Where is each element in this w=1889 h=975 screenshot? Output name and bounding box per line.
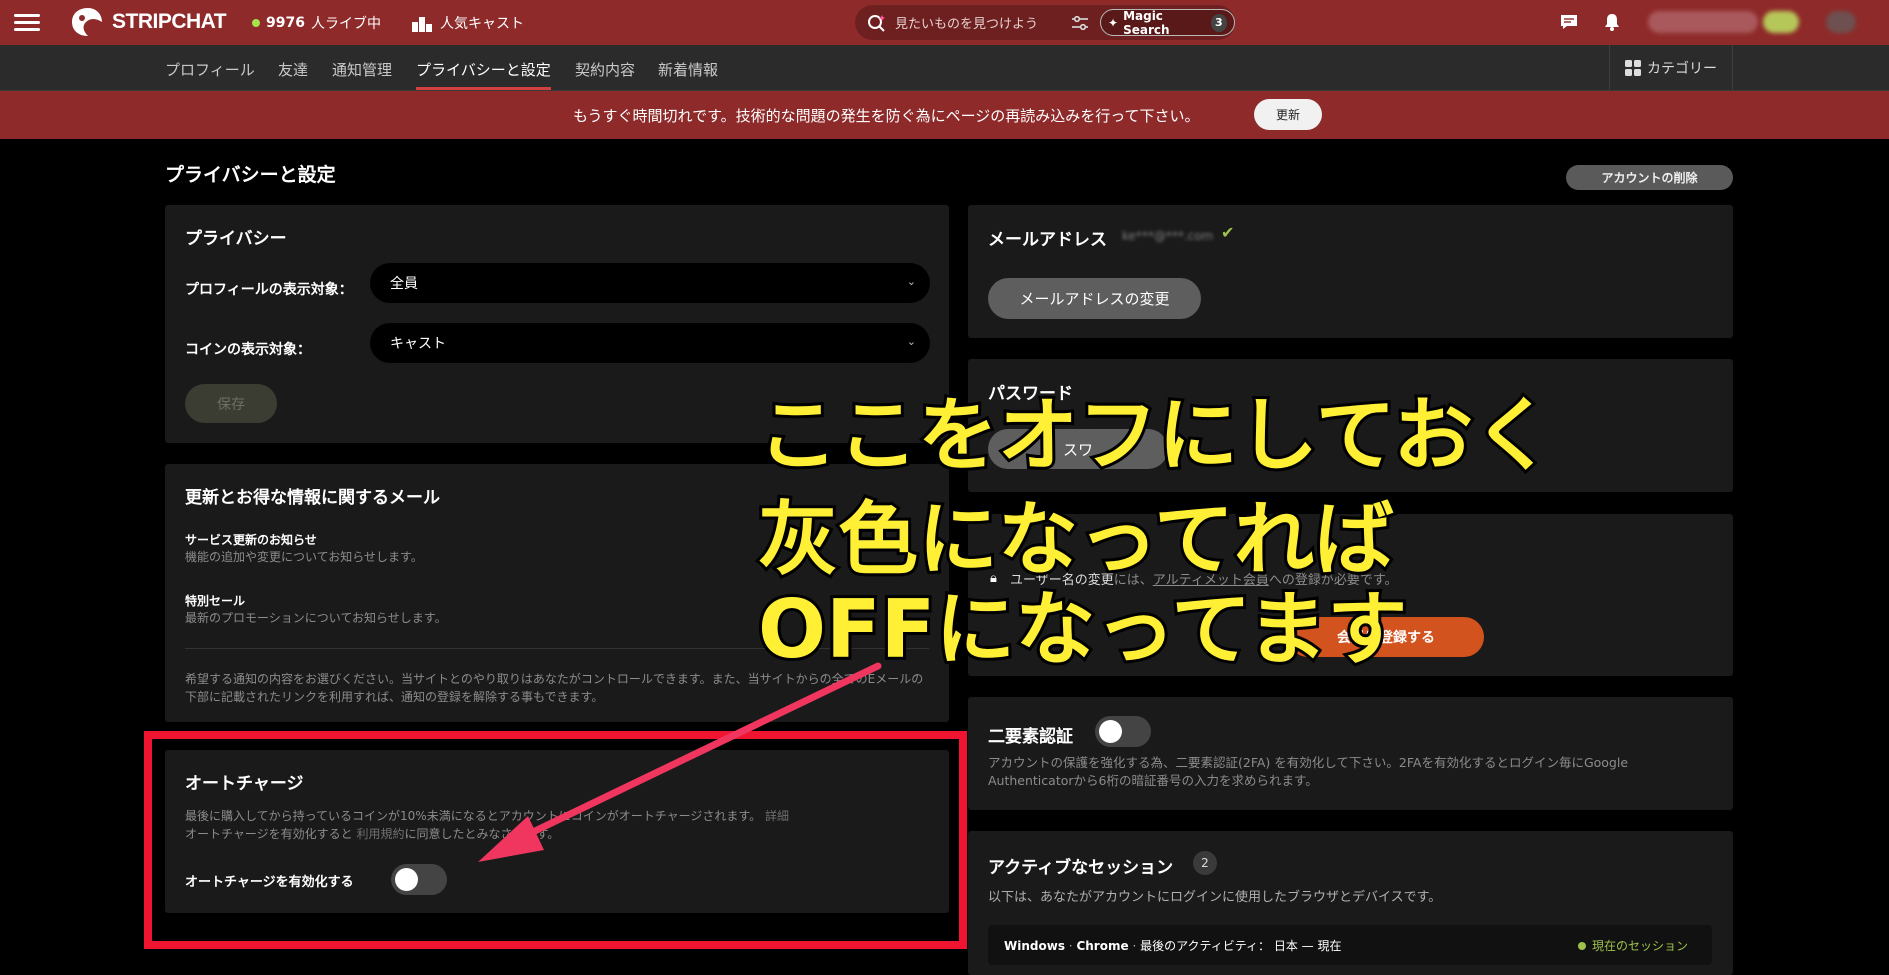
coin-visibility-select[interactable]: キャスト ⌄ <box>370 323 930 363</box>
active-tab-indicator <box>416 87 551 90</box>
balance-blurred[interactable] <box>1648 11 1758 33</box>
tab-notifications[interactable]: 通知管理 <box>332 59 392 80</box>
tab-friends[interactable]: 友達 <box>278 59 308 80</box>
reload-button[interactable]: 更新 <box>1254 99 1322 130</box>
coin-visibility-value: キャスト <box>390 336 446 352</box>
profile-visibility-select[interactable]: 全員 ⌄ <box>370 263 930 303</box>
email-title: メールアドレス <box>988 230 1107 250</box>
two-factor-desc-line1: アカウントの保護を強化する為、二要素認証(2FA) を有効化して下さい。2FAを… <box>988 755 1629 770</box>
popular-casts-link[interactable]: 人気キャスト <box>412 13 524 33</box>
current-session-status: 現在のセッション <box>1577 937 1688 954</box>
change-email-button[interactable]: メールアドレスの変更 <box>988 278 1201 319</box>
profile-visibility-label: プロフィールの表示対象： <box>185 282 353 298</box>
annotation-line-1: ここをオフにしておく <box>755 389 1556 482</box>
magic-label: Magic Search <box>1123 8 1170 37</box>
annotation-line-3: OFFになってます <box>755 583 1410 676</box>
menu-icon[interactable] <box>14 10 40 34</box>
session-activity: 最後のアクティビティ： 日本 — 現在 <box>1140 939 1342 953</box>
magic-count: 3 <box>1210 13 1227 32</box>
filter-icon[interactable] <box>1070 13 1090 33</box>
session-row: Windows · Chrome · 最後のアクティビティ： 日本 — 現在 現… <box>988 925 1712 965</box>
live-dot-icon <box>252 19 260 27</box>
sessions-title: アクティブなセッション <box>988 858 1174 878</box>
magic-search-button[interactable]: ✦ Magic Search 3 <box>1100 8 1235 37</box>
grid-icon <box>1625 60 1641 76</box>
avatar[interactable] <box>1826 11 1856 33</box>
save-button[interactable]: 保存 <box>185 384 277 423</box>
special-sale-desc: 最新のプロモーションについてお知らせします。 <box>185 611 447 625</box>
sessions-desc: 以下は、あなたがアカウントにログインに使用したブラウザとデバイスです。 <box>988 890 1442 905</box>
tab-profile[interactable]: プロフィール <box>165 59 255 80</box>
two-factor-toggle[interactable] <box>1095 716 1151 747</box>
profile-subnav: プロフィール 友達 通知管理 プライバシーと設定 契約内容 新着情報 カテゴリー <box>0 45 1889 91</box>
tab-privacy-settings[interactable]: プライバシーと設定 <box>416 59 551 80</box>
logo-icon <box>72 8 102 36</box>
mail-note-line2: 下部に記載されたリンクを利用すれば、通知の登録を解除する事もできます。 <box>185 690 604 704</box>
privacy-title: プライバシー <box>185 229 287 249</box>
live-number: 9976 <box>266 15 305 31</box>
email-masked: ke***@***.com <box>1122 229 1214 243</box>
service-update-desc: 機能の追加や変更についてお知らせします。 <box>185 550 423 564</box>
separator-dot: · <box>1068 939 1073 953</box>
sessions-count-badge: 2 <box>1193 851 1217 875</box>
tab-contract[interactable]: 契約内容 <box>575 59 635 80</box>
messages-icon[interactable] <box>1559 12 1579 32</box>
top-bar: STRIPCHAT 9976 人ライブ中 人気キャスト 見たいものを見つけよう … <box>0 0 1889 45</box>
tab-news[interactable]: 新着情報 <box>658 59 718 80</box>
logo-text: STRIPCHAT <box>112 10 227 33</box>
page-title: プライバシーと設定 <box>165 164 336 186</box>
chevron-down-icon: ⌄ <box>906 275 916 288</box>
sparkle-icon: ✦ <box>1108 15 1119 30</box>
status-dot-icon <box>1577 941 1586 950</box>
search-icon <box>868 14 885 32</box>
verified-check-icon: ✔ <box>1221 223 1235 242</box>
active-sessions-card: アクティブなセッション 2 以下は、あなたがアカウントにログインに使用したブラウ… <box>968 831 1733 975</box>
podium-icon <box>412 17 432 32</box>
status-blurred[interactable] <box>1763 11 1799 33</box>
two-factor-card: 二要素認証 アカウントの保護を強化する為、二要素認証(2FA) を有効化して下さ… <box>968 697 1733 810</box>
special-sale-title: 特別セール <box>185 594 246 608</box>
session-os: Windows <box>1004 939 1065 953</box>
two-factor-title: 二要素認証 <box>988 727 1073 747</box>
email-card: メールアドレス ke***@***.com ✔ メールアドレスの変更 <box>968 205 1733 338</box>
coin-visibility-label: コインの表示対象： <box>185 342 311 358</box>
mail-title: 更新とお得な情報に関するメール <box>185 488 440 508</box>
current-session-label: 現在のセッション <box>1591 939 1688 953</box>
session-info: Windows · Chrome · 最後のアクティビティ： 日本 — 現在 <box>1004 937 1342 954</box>
live-count[interactable]: 9976 人ライブ中 <box>252 13 381 33</box>
annotation-line-2: 灰色になってれば <box>755 493 1397 586</box>
highlight-frame <box>144 731 967 949</box>
category-label: カテゴリー <box>1647 61 1717 77</box>
popular-label: 人気キャスト <box>440 16 524 32</box>
bell-icon[interactable] <box>1602 12 1622 32</box>
chevron-down-icon: ⌄ <box>906 335 916 348</box>
live-suffix: 人ライブ中 <box>310 16 381 32</box>
toggle-knob <box>1099 720 1122 743</box>
category-button[interactable]: カテゴリー <box>1609 45 1733 91</box>
search-input[interactable]: 見たいものを見つけよう <box>895 13 1038 32</box>
separator-dot: · <box>1132 939 1137 953</box>
service-update-title: サービス更新のお知らせ <box>185 533 317 547</box>
session-browser: Chrome <box>1076 939 1129 953</box>
delete-account-button[interactable]: アカウントの削除 <box>1566 165 1733 190</box>
logo[interactable]: STRIPCHAT <box>68 6 227 38</box>
profile-visibility-value: 全員 <box>390 276 418 292</box>
two-factor-desc-line2: Authenticatorから6桁の暗証番号の入力を求められます。 <box>988 773 1318 788</box>
search-bar[interactable]: 見たいものを見つけよう ✦ Magic Search 3 <box>855 5 1235 40</box>
banner-message: もうすぐ時間切れです。技術的な問題の発生を防ぐ為にページの再読み込みを行って下さ… <box>573 107 1200 125</box>
timeout-banner: もうすぐ時間切れです。技術的な問題の発生を防ぐ為にページの再読み込みを行って下さ… <box>0 91 1889 139</box>
